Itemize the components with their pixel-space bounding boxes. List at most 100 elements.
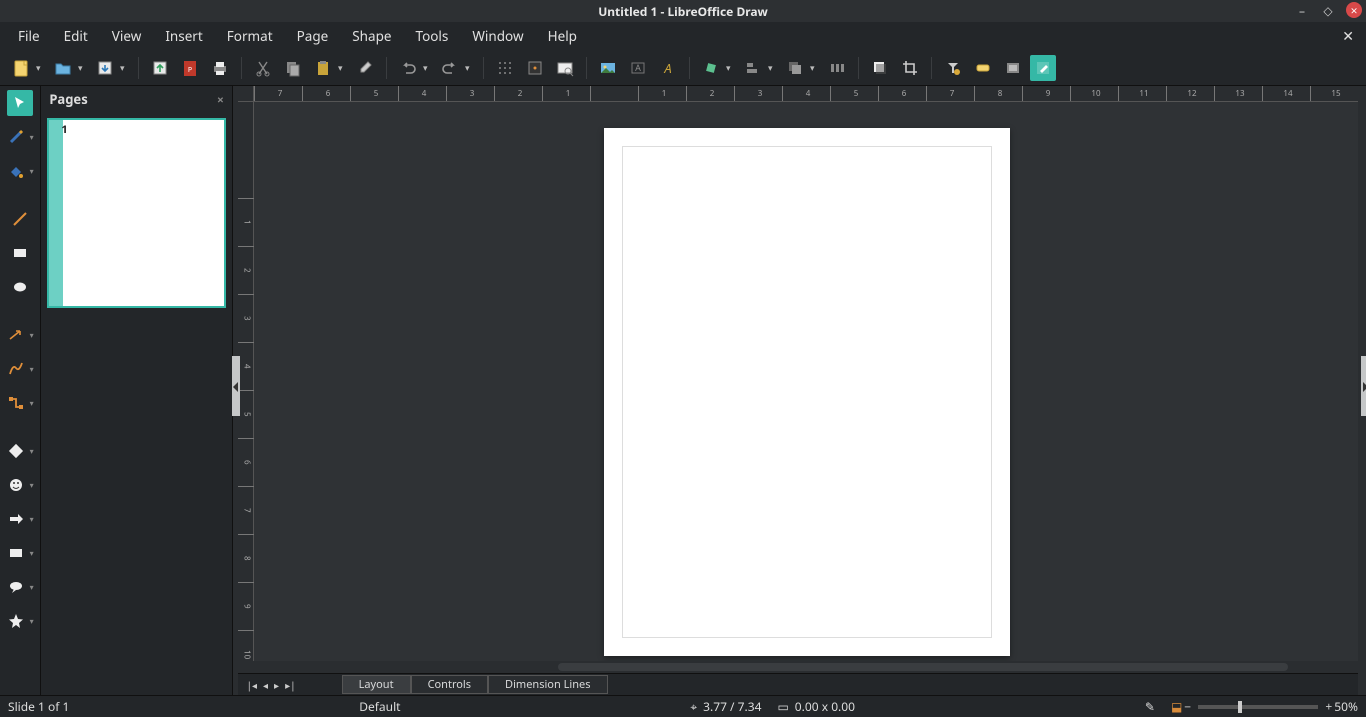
nav-prev[interactable]: ◂: [263, 678, 268, 692]
align-icon[interactable]: [740, 55, 766, 81]
page-1[interactable]: [604, 128, 1010, 656]
line-color-icon[interactable]: [3, 124, 29, 150]
callout-icon[interactable]: [3, 574, 29, 600]
crop-icon[interactable]: [897, 55, 923, 81]
fill-color-icon[interactable]: [3, 158, 29, 184]
tab-layout[interactable]: Layout: [342, 675, 411, 694]
panel-splitter-left[interactable]: [233, 86, 239, 695]
minimize-button[interactable]: –: [1294, 2, 1310, 18]
line-icon[interactable]: [7, 206, 33, 232]
new-icon[interactable]: [8, 55, 34, 81]
symbol-shapes-icon[interactable]: [3, 472, 29, 498]
panel-splitter-right[interactable]: [1358, 86, 1366, 695]
arrange-icon[interactable]: [782, 55, 808, 81]
arrow-icon[interactable]: [3, 322, 29, 348]
ellipse-icon[interactable]: [7, 274, 33, 300]
menu-help[interactable]: Help: [536, 23, 589, 49]
copy-icon[interactable]: [280, 55, 306, 81]
image-icon[interactable]: [595, 55, 621, 81]
document-close-button[interactable]: ✕: [1342, 27, 1354, 46]
basic-shapes-dropdown[interactable]: ▾: [30, 446, 38, 457]
ruler-horizontal[interactable]: 7654321123456789101112131415: [254, 86, 1358, 102]
select-icon[interactable]: [7, 90, 33, 116]
transform-dropdown[interactable]: ▾: [726, 61, 736, 74]
export-icon[interactable]: [147, 55, 173, 81]
distribute-icon[interactable]: [824, 55, 850, 81]
tab-dimension[interactable]: Dimension Lines: [488, 675, 607, 694]
flowchart-dropdown[interactable]: ▾: [30, 548, 38, 559]
grid-icon[interactable]: [492, 55, 518, 81]
paste-icon[interactable]: [310, 55, 336, 81]
new-dropdown[interactable]: ▾: [36, 61, 46, 74]
undo-icon[interactable]: [395, 55, 421, 81]
save-icon[interactable]: [92, 55, 118, 81]
menu-edit[interactable]: Edit: [52, 23, 100, 49]
undo-dropdown[interactable]: ▾: [423, 61, 433, 74]
status-style[interactable]: Default: [359, 698, 400, 715]
nav-next[interactable]: ▸: [274, 678, 279, 692]
redo-icon[interactable]: [437, 55, 463, 81]
menu-window[interactable]: Window: [460, 23, 535, 49]
blockarrow-dropdown[interactable]: ▾: [30, 514, 38, 525]
ruler-vertical[interactable]: 12345678910: [238, 102, 254, 661]
nav-last[interactable]: ▸|: [285, 678, 296, 692]
stars-icon[interactable]: [3, 608, 29, 634]
zoom-slider[interactable]: [1198, 705, 1318, 709]
menu-shape[interactable]: Shape: [340, 23, 403, 49]
fill-color-dropdown[interactable]: ▾: [30, 166, 38, 177]
block-arrows-icon[interactable]: [3, 506, 29, 532]
connector-dropdown[interactable]: ▾: [30, 398, 38, 409]
page-thumbnail[interactable]: 1: [47, 118, 226, 308]
pages-panel-close[interactable]: ×: [217, 91, 224, 108]
transform-icon[interactable]: [698, 55, 724, 81]
rectangle-icon[interactable]: [7, 240, 33, 266]
menu-view[interactable]: View: [100, 23, 154, 49]
textbox-icon[interactable]: A: [625, 55, 651, 81]
stars-dropdown[interactable]: ▾: [30, 616, 38, 627]
tab-controls[interactable]: Controls: [411, 675, 488, 694]
shadow-icon[interactable]: [867, 55, 893, 81]
save-status-icon[interactable]: ⬓: [1171, 698, 1182, 715]
fontwork-icon[interactable]: A: [655, 55, 681, 81]
callout-dropdown[interactable]: ▾: [30, 582, 38, 593]
connector-icon[interactable]: [3, 390, 29, 416]
menu-format[interactable]: Format: [215, 23, 285, 49]
redo-dropdown[interactable]: ▾: [465, 61, 475, 74]
maximize-button[interactable]: ◇: [1320, 2, 1336, 18]
basic-shapes-icon[interactable]: [3, 438, 29, 464]
menu-tools[interactable]: Tools: [404, 23, 461, 49]
curve-icon[interactable]: [3, 356, 29, 382]
save-dropdown[interactable]: ▾: [120, 61, 130, 74]
clone-format-icon[interactable]: [352, 55, 378, 81]
menu-page[interactable]: Page: [285, 23, 341, 49]
paste-dropdown[interactable]: ▾: [338, 61, 348, 74]
flowchart-icon[interactable]: [3, 540, 29, 566]
symbol-dropdown[interactable]: ▾: [30, 480, 38, 491]
canvas[interactable]: [254, 102, 1358, 661]
window-title: Untitled 1 - LibreOffice Draw: [598, 3, 768, 20]
align-dropdown[interactable]: ▾: [768, 61, 778, 74]
nav-first[interactable]: |◂: [246, 678, 257, 692]
arrow-dropdown[interactable]: ▾: [30, 330, 38, 341]
close-button[interactable]: ×: [1346, 2, 1362, 18]
pdf-icon[interactable]: P: [177, 55, 203, 81]
cut-icon[interactable]: [250, 55, 276, 81]
horizontal-scrollbar[interactable]: [238, 661, 1358, 673]
status-zoom[interactable]: 50%: [1334, 698, 1358, 715]
menu-insert[interactable]: Insert: [153, 23, 214, 49]
zoom-icon[interactable]: [552, 55, 578, 81]
open-icon[interactable]: [50, 55, 76, 81]
print-icon[interactable]: [207, 55, 233, 81]
menu-file[interactable]: File: [6, 23, 52, 49]
toggle-extrusion-icon[interactable]: [1000, 55, 1026, 81]
signature-icon[interactable]: ✎: [1145, 698, 1155, 715]
arrange-dropdown[interactable]: ▾: [810, 61, 820, 74]
show-draw-icon[interactable]: [1030, 55, 1056, 81]
gluepoints-icon[interactable]: [970, 55, 996, 81]
curve-dropdown[interactable]: ▾: [30, 364, 38, 375]
helplines-icon[interactable]: [522, 55, 548, 81]
filter-icon[interactable]: [940, 55, 966, 81]
line-color-dropdown[interactable]: ▾: [30, 132, 38, 143]
svg-text:A: A: [663, 59, 671, 77]
open-dropdown[interactable]: ▾: [78, 61, 88, 74]
